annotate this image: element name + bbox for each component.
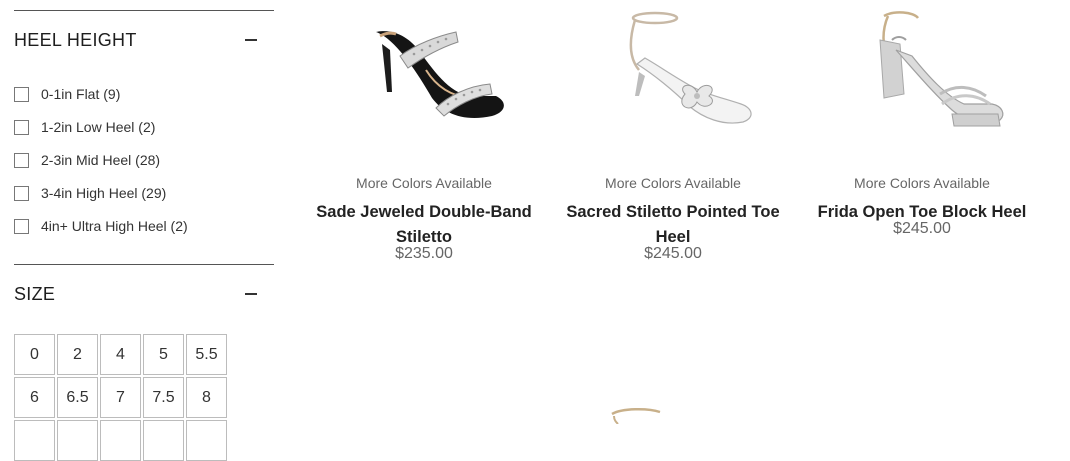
product-price: $235.00 (395, 245, 453, 262)
size-option[interactable]: 7.5 (143, 377, 184, 418)
size-option[interactable]: 5 (143, 334, 184, 375)
size-option[interactable]: 0 (14, 334, 55, 375)
product-image-white-bow-stiletto[interactable] (573, 10, 773, 150)
more-colors-label: More Colors Available (854, 175, 990, 191)
more-colors-label: More Colors Available (605, 175, 741, 191)
product-name-line: Sacred Stiletto Pointed Toe (566, 203, 780, 221)
minus-icon[interactable] (244, 287, 258, 301)
checkbox-icon[interactable] (14, 119, 29, 135)
heel-option-mid[interactable]: 2-3in Mid Heel (28) (14, 150, 160, 170)
checkbox-icon[interactable] (14, 152, 29, 168)
minus-icon[interactable] (244, 33, 258, 47)
size-title: SIZE (14, 283, 56, 304)
heel-option-label: 1-2in Low Heel (2) (41, 119, 156, 135)
heel-option-label: 3-4in High Heel (29) (41, 185, 167, 201)
product-price: $245.00 (644, 245, 702, 262)
checkbox-icon[interactable] (14, 185, 29, 201)
size-option[interactable]: 4 (100, 334, 141, 375)
heel-option-label: 0-1in Flat (9) (41, 86, 121, 102)
size-option[interactable]: 5.5 (186, 334, 227, 375)
size-option[interactable]: 7 (100, 377, 141, 418)
size-option[interactable] (143, 420, 184, 461)
divider (14, 10, 274, 11)
size-option[interactable]: 6.5 (57, 377, 98, 418)
product-image-silver-block-heel[interactable] (822, 10, 1022, 150)
size-option[interactable]: 8 (186, 377, 227, 418)
heel-option-low[interactable]: 1-2in Low Heel (2) (14, 117, 155, 137)
size-option[interactable] (100, 420, 141, 461)
product-name[interactable]: Sacred Stiletto Pointed Toe Heel (553, 200, 793, 250)
product-name-line: Frida Open Toe Block Heel (817, 203, 1027, 221)
product-name-line: Heel (655, 228, 691, 246)
product-image-partial[interactable] (604, 404, 674, 424)
product-name[interactable]: Sade Jeweled Double-Band Stiletto (304, 200, 544, 250)
product-price: $245.00 (893, 220, 951, 237)
heel-height-filter-header[interactable]: HEEL HEIGHT (14, 25, 274, 55)
heel-option-ultra-high[interactable]: 4in+ Ultra High Heel (2) (14, 216, 188, 236)
size-option[interactable] (14, 420, 55, 461)
divider (14, 264, 274, 265)
size-option[interactable]: 2 (57, 334, 98, 375)
size-option[interactable] (186, 420, 227, 461)
heel-option-label: 2-3in Mid Heel (28) (41, 152, 161, 168)
heel-option-high[interactable]: 3-4in High Heel (29) (14, 183, 166, 203)
heel-option-flat[interactable]: 0-1in Flat (9) (14, 84, 120, 104)
size-filter-header[interactable]: SIZE (14, 279, 274, 309)
size-option[interactable] (57, 420, 98, 461)
size-grid: 0 2 4 5 5.5 6 6.5 7 7.5 8 (14, 334, 227, 461)
checkbox-icon[interactable] (14, 86, 29, 102)
product-name-line: Sade Jeweled Double-Band (316, 203, 532, 221)
product-image-black-stiletto[interactable] (324, 10, 524, 150)
checkbox-icon[interactable] (14, 218, 29, 234)
size-option[interactable]: 6 (14, 377, 55, 418)
product-name-line: Stiletto (396, 228, 452, 246)
heel-height-title: HEEL HEIGHT (14, 29, 137, 50)
heel-option-label: 4in+ Ultra High Heel (2) (41, 218, 188, 234)
more-colors-label: More Colors Available (356, 175, 492, 191)
